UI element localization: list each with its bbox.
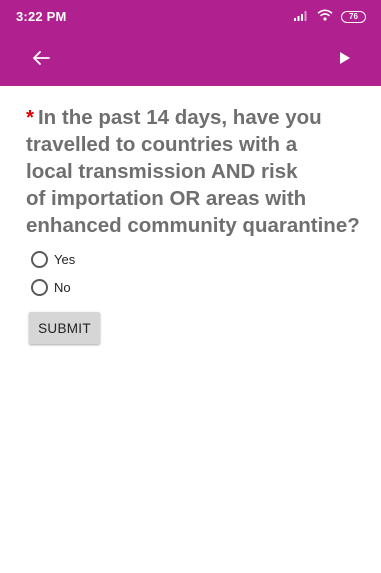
submit-button[interactable]: SUBMIT — [29, 312, 100, 344]
status-bar: 3:22 PM 76 — [0, 0, 381, 34]
option-no[interactable]: No — [31, 273, 366, 301]
battery-level: 76 — [349, 12, 358, 21]
signal-icon — [294, 8, 309, 26]
play-icon — [339, 51, 351, 70]
option-yes[interactable]: Yes — [31, 245, 366, 273]
question-line-2: travelled to countries with a — [26, 133, 298, 156]
question-line-3: local transmission AND risk — [26, 160, 298, 183]
next-button[interactable] — [333, 48, 357, 72]
back-button[interactable] — [28, 48, 54, 72]
radio-yes[interactable] — [31, 250, 48, 268]
option-no-label: No — [54, 279, 71, 295]
back-arrow-icon — [32, 50, 50, 71]
app-bar — [0, 34, 381, 86]
question-text: * In the past 14 days, have you travelled… — [26, 104, 366, 239]
survey-form: * In the past 14 days, have you travelled… — [26, 104, 366, 344]
answer-options: Yes No — [31, 245, 366, 301]
option-yes-label: Yes — [54, 251, 76, 267]
required-mark: * — [26, 106, 34, 129]
radio-no[interactable] — [31, 278, 48, 296]
question-line-5: enhanced community quarantine? — [26, 214, 360, 237]
status-icons: 76 — [294, 9, 366, 25]
question-line-4: of importation OR areas with — [26, 187, 307, 210]
wifi-icon — [317, 8, 333, 26]
status-time: 3:22 PM — [16, 9, 67, 24]
battery-icon: 76 — [341, 11, 366, 23]
question-line-1: In the past 14 days, have you — [37, 106, 322, 129]
